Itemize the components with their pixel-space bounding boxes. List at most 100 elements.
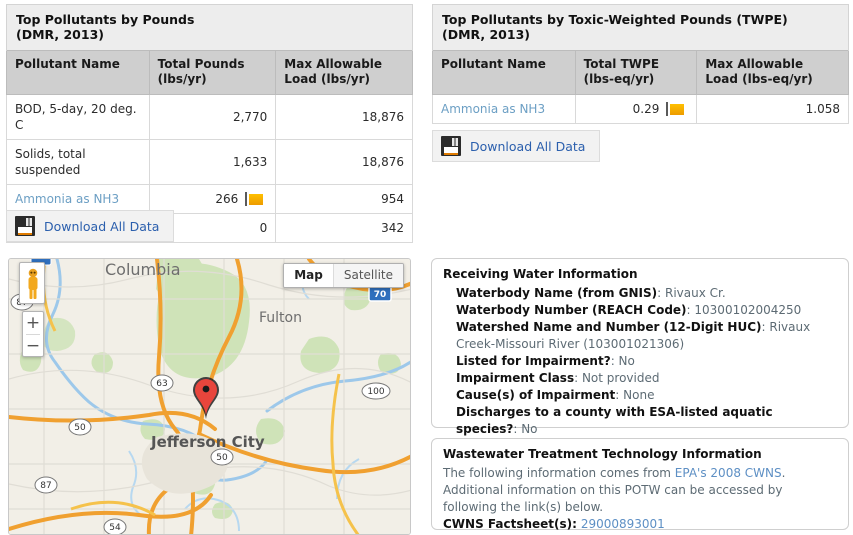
field-value: No xyxy=(618,354,635,368)
wastewater-intro-prefix: The following information comes from xyxy=(443,466,675,480)
location-map[interactable]: Columbia Fulton Jefferson City 87 70 63 … xyxy=(8,258,411,535)
field-label: Waterbody Number (REACH Code) xyxy=(456,303,687,317)
column-header-max-allowable-load[interactable]: Max Allowable Load (lbs/yr) xyxy=(275,50,413,95)
column-header-label: Pollutant Name xyxy=(15,57,120,71)
receiving-water-field: Watershed Name and Number (12-Digit HUC)… xyxy=(456,320,811,351)
map-type-map-button[interactable]: Map xyxy=(284,264,333,287)
cell-value-text: 266 xyxy=(215,192,239,206)
column-header-label-line-1: Max Allowable xyxy=(284,57,383,71)
load-indicator-bar xyxy=(245,192,267,206)
cell-max-allowable-load: 342 xyxy=(275,213,413,243)
download-all-data-button-twpe[interactable]: Download All Data xyxy=(432,130,601,162)
table-caption-row: Top Pollutants by Toxic-Weighted Pounds … xyxy=(432,4,849,51)
cell-max-text: 954 xyxy=(381,192,404,206)
map-type-satellite-button[interactable]: Satellite xyxy=(332,264,403,287)
download-all-data-label: Download All Data xyxy=(44,218,160,234)
column-header-label: Pollutant Name xyxy=(441,57,546,71)
cell-value-text: 1,633 xyxy=(232,155,268,169)
cwns-factsheet-line: CWNS Factsheet(s): 29000893001 xyxy=(443,517,665,531)
svg-text:87: 87 xyxy=(40,481,51,491)
cell-value-text: 0.29 xyxy=(632,102,660,116)
receiving-water-field: Discharges to a county with ESA-listed a… xyxy=(456,405,773,436)
cell-max-allowable-load: 18,876 xyxy=(275,94,413,140)
cell-max-text: 18,876 xyxy=(362,110,404,124)
receiving-water-field: Listed for Impairment?: No xyxy=(456,354,635,368)
table-caption: Top Pollutants by Pounds (DMR, 2013) xyxy=(6,4,413,51)
receiving-water-field: Waterbody Name (from GNIS): Rivaux Cr. xyxy=(456,286,726,300)
floppy-disk-icon xyxy=(15,216,35,236)
top-pollutants-by-pounds-table: Top Pollutants by Pounds (DMR, 2013) Pol… xyxy=(6,4,413,243)
wastewater-treatment-technology-panel: Wastewater Treatment Technology Informat… xyxy=(431,438,849,533)
svg-text:Jefferson City: Jefferson City xyxy=(150,433,265,451)
field-label: Watershed Name and Number (12-Digit HUC) xyxy=(456,320,762,334)
column-header-label-line-2: Load (lbs/yr) xyxy=(284,72,370,86)
column-header-label-line-1: Max Allowable xyxy=(705,57,804,71)
field-label: Discharges to a county with ESA-listed a… xyxy=(456,405,773,436)
street-view-pegman-control[interactable] xyxy=(19,262,45,304)
svg-text:100: 100 xyxy=(367,387,384,397)
table-body: Ammonia as NH3 0.29 1.058 xyxy=(432,94,849,124)
pollutant-name-link[interactable]: Ammonia as NH3 xyxy=(441,102,545,116)
table-caption: Top Pollutants by Toxic-Weighted Pounds … xyxy=(432,4,849,51)
caption-line-2: (DMR, 2013) xyxy=(442,27,530,42)
field-value: Rivaux Cr. xyxy=(664,286,726,300)
column-header-max-allowable-load[interactable]: Max Allowable Load (lbs-eq/yr) xyxy=(696,50,849,95)
cwns-factsheet-link[interactable]: 29000893001 xyxy=(581,517,665,531)
cell-value: 2,770 xyxy=(148,94,277,140)
cell-max-allowable-load: 1.058 xyxy=(696,94,849,124)
wastewater-body: The following information comes from EPA… xyxy=(443,465,837,533)
pegman-icon xyxy=(28,268,38,299)
column-header-label-line-1: Total TWPE xyxy=(583,57,660,71)
floppy-disk-icon xyxy=(441,136,461,156)
svg-text:54: 54 xyxy=(109,523,121,533)
table-header-row: Pollutant Name Total TWPE (lbs-eq/yr) Ma… xyxy=(432,50,849,95)
download-all-data-label: Download All Data xyxy=(470,138,586,154)
map-type-switcher[interactable]: Map Satellite xyxy=(283,263,404,288)
cell-value-text: 0 xyxy=(259,221,268,235)
svg-text:50: 50 xyxy=(74,423,86,433)
zoom-out-button[interactable]: − xyxy=(23,335,43,357)
epa-cwns-link[interactable]: EPA's 2008 CWNS xyxy=(675,466,782,480)
cell-max-text: 18,876 xyxy=(362,155,404,169)
wastewater-intro-suffix: . xyxy=(781,466,786,480)
cell-pollutant-name: Solids, total suspended xyxy=(6,139,150,185)
table-row: BOD, 5-day, 20 deg. C 2,770 18,876 xyxy=(6,94,413,140)
field-value: None xyxy=(623,388,655,402)
receiving-water-field: Cause(s) of Impairment: None xyxy=(456,388,655,402)
cell-value: 0.29 xyxy=(574,94,698,124)
load-indicator-bar xyxy=(666,102,688,116)
column-header-total-pounds[interactable]: Total Pounds (lbs/yr) xyxy=(148,50,277,95)
field-value: 10300102004250 xyxy=(694,303,802,317)
map-zoom-controls[interactable]: + − xyxy=(22,311,44,357)
receiving-water-fields: Waterbody Name (from GNIS): Rivaux Cr. Wa… xyxy=(443,285,837,438)
cell-max-allowable-load: 954 xyxy=(275,184,413,214)
column-header-label-line-1: Total Pounds xyxy=(157,57,245,71)
field-value: Not provided xyxy=(581,371,660,385)
caption-line-1: Top Pollutants by Toxic-Weighted Pounds … xyxy=(442,12,788,27)
wastewater-intro-line: The following information comes from EPA… xyxy=(443,465,837,482)
panel-title: Receiving Water Information xyxy=(443,267,638,281)
cell-value: 1,633 xyxy=(148,139,277,185)
zoom-in-button[interactable]: + xyxy=(23,312,43,334)
receiving-water-field: Waterbody Number (REACH Code): 103001020… xyxy=(456,303,802,317)
field-label: Waterbody Name (from GNIS) xyxy=(456,286,658,300)
wastewater-line-2: Additional information on this POTW can … xyxy=(443,483,783,514)
pollutant-name-link[interactable]: Ammonia as NH3 xyxy=(15,192,119,206)
svg-text:50: 50 xyxy=(216,453,228,463)
cell-max-text: 1.058 xyxy=(805,102,840,116)
download-all-data-button-pounds[interactable]: Download All Data xyxy=(6,210,175,242)
column-header-pollutant-name[interactable]: Pollutant Name xyxy=(432,50,576,95)
pollutant-name-label: Solids, total suspended xyxy=(15,147,86,177)
page-root: Top Pollutants by Pounds (DMR, 2013) Pol… xyxy=(0,0,853,535)
table-row: Ammonia as NH3 0.29 1.058 xyxy=(432,94,849,124)
field-label: Cause(s) of Impairment xyxy=(456,388,616,402)
receiving-water-field: Impairment Class: Not provided xyxy=(456,371,660,385)
receiving-water-information-panel: Receiving Water Information Waterbody Na… xyxy=(431,258,849,436)
column-header-pollutant-name[interactable]: Pollutant Name xyxy=(6,50,150,95)
svg-text:70: 70 xyxy=(374,290,387,300)
cell-value-text: 2,770 xyxy=(232,110,268,124)
column-header-total-twpe[interactable]: Total TWPE (lbs-eq/yr) xyxy=(574,50,698,95)
column-header-label-line-2: Load (lbs-eq/yr) xyxy=(705,72,813,86)
table-row: Solids, total suspended 1,633 18,876 xyxy=(6,139,413,185)
svg-text:Fulton: Fulton xyxy=(259,310,302,326)
